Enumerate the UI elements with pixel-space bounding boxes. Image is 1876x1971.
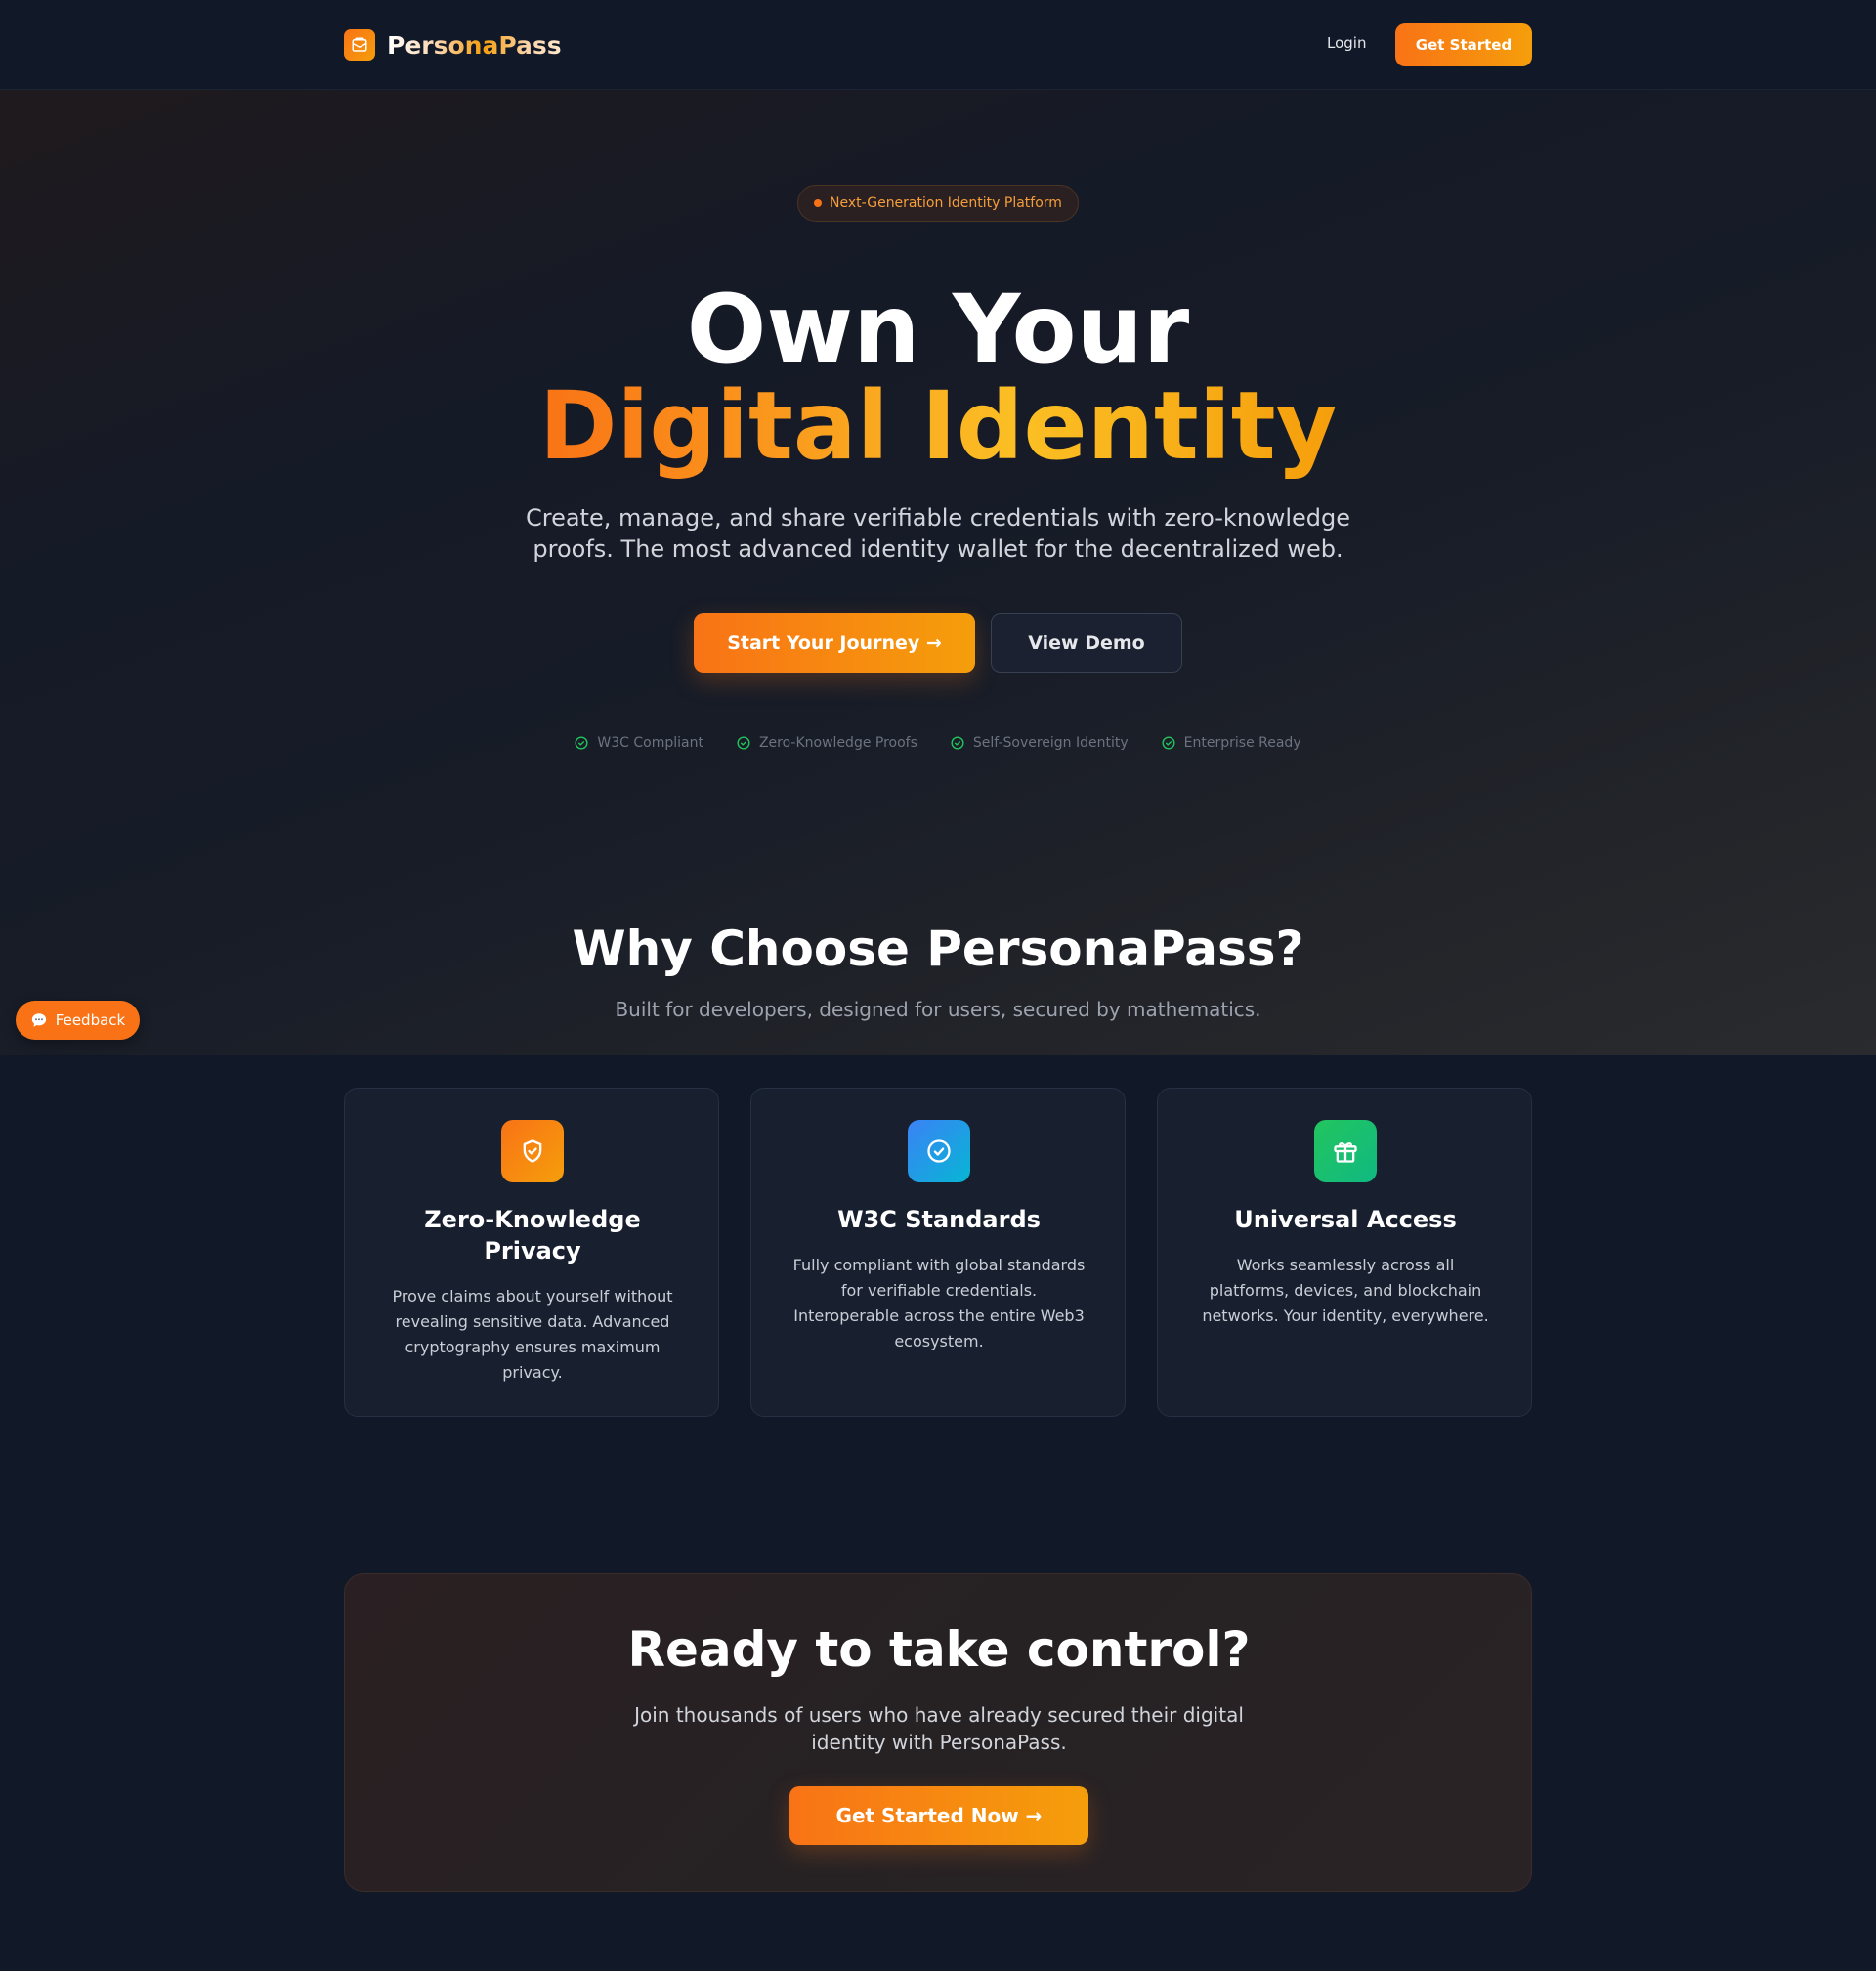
feature-card-description: Fully compliant with global standards fo… — [792, 1256, 1086, 1350]
check-circle-icon — [1162, 736, 1175, 750]
check-circle-icon — [908, 1120, 970, 1182]
trust-item-label: Self-Sovereign Identity — [972, 735, 1129, 750]
view-demo-button[interactable]: View Demo — [991, 613, 1182, 673]
feature-card-description: Prove claims about yourself without reve… — [392, 1287, 673, 1382]
brand-link[interactable]: PersonaPass — [344, 28, 562, 62]
trust-badges: W3C Compliant Zero-Knowledge Proofs Self… — [0, 735, 1876, 750]
shield-check-icon — [501, 1120, 564, 1182]
features-subtitle: Built for developers, designed for users… — [615, 998, 1261, 1021]
trust-item-label: Enterprise Ready — [1183, 735, 1301, 750]
get-started-button[interactable]: Get Started — [1395, 23, 1532, 66]
cta-section: Ready to take control? Join thousands of… — [344, 1573, 1532, 1892]
hero-title-highlight: Digital Identity — [538, 371, 1338, 481]
trust-item-label: Zero-Knowledge Proofs — [758, 735, 917, 750]
feedback-label: Feedback — [55, 1011, 126, 1029]
feature-card-title: Zero-Knowledge Privacy — [424, 1206, 641, 1264]
check-circle-icon — [575, 736, 588, 750]
feature-card-universal: Universal Access Works seamlessly across… — [1157, 1088, 1532, 1417]
feature-card-title: Universal Access — [1234, 1206, 1457, 1233]
badge-dot-icon — [814, 199, 823, 207]
feature-card-description: Works seamlessly across all platforms, d… — [1202, 1256, 1489, 1325]
get-started-now-button[interactable]: Get Started Now → — [789, 1786, 1088, 1845]
hero-section — [0, 90, 1876, 1055]
check-circle-icon — [737, 736, 750, 750]
trust-item: Enterprise Ready — [1162, 735, 1301, 750]
feature-card-zero-knowledge: Zero-Knowledge Privacy Prove claims abou… — [344, 1088, 719, 1417]
cta-title: Ready to take control? — [627, 1621, 1251, 1678]
platform-badge: Next-Generation Identity Platform — [797, 185, 1079, 222]
trust-item: Self-Sovereign Identity — [951, 735, 1129, 750]
trust-item: Zero-Knowledge Proofs — [737, 735, 917, 750]
start-journey-button[interactable]: Start Your Journey → — [694, 613, 975, 673]
cta-subtitle: Join thousands of users who have already… — [634, 1703, 1244, 1754]
feature-card-title: W3C Standards — [837, 1206, 1041, 1233]
trust-item: W3C Compliant — [575, 735, 704, 750]
check-circle-icon — [951, 736, 964, 750]
login-link[interactable]: Login — [1327, 34, 1366, 52]
wallet-icon — [344, 29, 375, 61]
badge-label: Next-Generation Identity Platform — [830, 195, 1062, 211]
features-title: Why Choose PersonaPass? — [572, 921, 1304, 977]
hero-title-line1: Own Your — [686, 275, 1190, 384]
chat-bubble-icon — [31, 1013, 46, 1027]
hero-subtitle: Create, manage, and share verifiable cre… — [525, 504, 1351, 563]
trust-item-label: W3C Compliant — [597, 735, 704, 750]
top-navbar: PersonaPass Login Get Started — [0, 0, 1876, 90]
gift-icon — [1314, 1120, 1377, 1182]
brand-name: PersonaPass — [387, 30, 562, 60]
hero-title-line2: Digital Identity — [0, 372, 1876, 480]
feedback-button[interactable]: Feedback — [16, 1001, 140, 1040]
feature-card-w3c: W3C Standards Fully compliant with globa… — [750, 1088, 1126, 1417]
